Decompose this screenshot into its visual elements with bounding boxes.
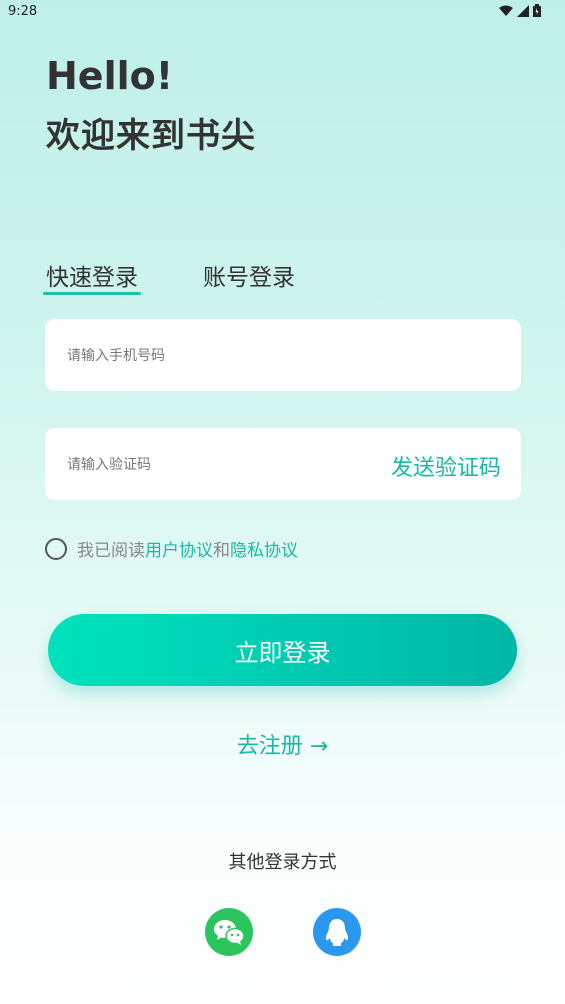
status-time: 9:28 [8,4,38,19]
agreement-row: 我已阅读 用户协议 和 隐私协议 [45,536,298,561]
status-icons [499,4,541,17]
phone-input[interactable] [65,319,369,393]
wechat-login-button[interactable] [205,908,253,956]
login-button[interactable]: 立即登录 [48,614,517,686]
tab-account-login[interactable]: 账号登录 [203,258,295,292]
agreement-and: 和 [213,541,230,561]
greeting-title: Hello! [46,54,174,98]
active-tab-indicator [43,292,141,295]
other-login-label: 其他登录方式 [228,852,337,873]
code-field: 发送验证码 [45,428,521,502]
qq-login-button[interactable] [313,908,361,956]
wechat-icon [214,920,245,945]
agreement-prefix: 我已阅读 [77,541,145,561]
verification-code-input[interactable] [65,428,369,502]
signal-icon [517,4,529,17]
send-code-button[interactable]: 发送验证码 [391,450,501,482]
user-agreement-link[interactable]: 用户协议 [145,536,213,561]
qq-icon [325,919,349,946]
wifi-icon [499,5,513,16]
phone-field [45,319,521,393]
status-bar: 9:28 [0,0,565,24]
register-link[interactable]: 去注册 → [0,728,565,760]
privacy-policy-link[interactable]: 隐私协议 [230,536,298,561]
tab-quick-login[interactable]: 快速登录 [46,258,138,292]
greeting-subtitle: 欢迎来到书尖 [46,116,256,156]
battery-icon [533,4,541,17]
agreement-radio[interactable] [45,537,67,560]
